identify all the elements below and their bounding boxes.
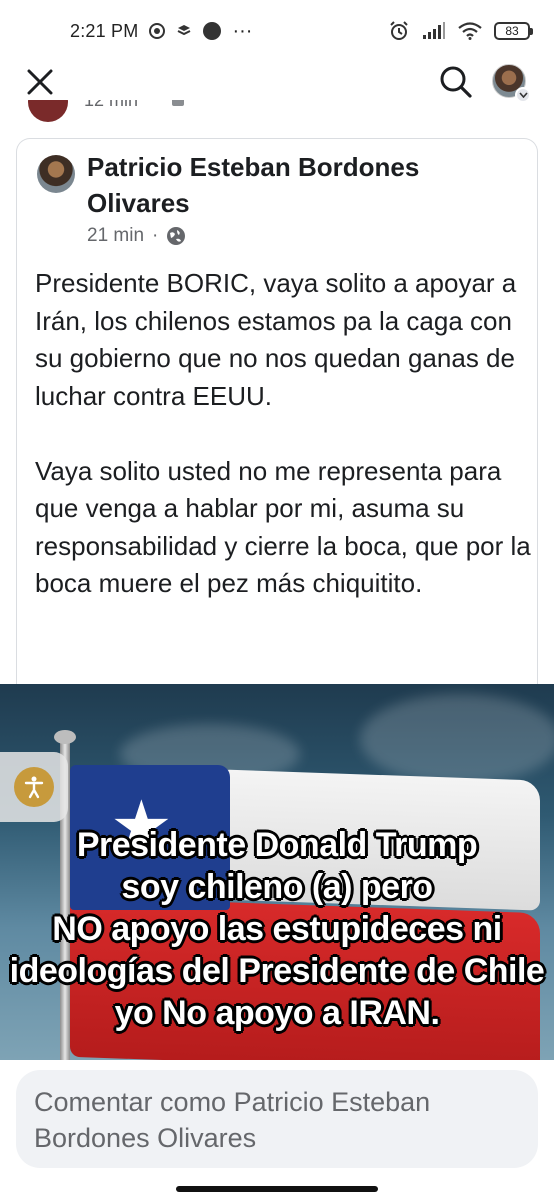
layers-icon [176,23,192,39]
signal-icon [422,22,446,40]
status-bar: 2:21 PM ··· 83 [0,0,554,62]
previous-post-avatar [28,100,68,122]
search-icon [440,66,472,98]
close-button[interactable] [22,64,58,100]
image-caption-line: ideologías del Presidente de Chile [9,952,545,990]
previous-post-time: 12 min [84,100,139,110]
close-icon [27,69,53,95]
home-indicator[interactable] [176,1186,378,1192]
profile-avatar-button[interactable] [492,64,531,103]
wifi-icon [458,22,482,40]
image-caption-line: Presidente Donald Trump [76,826,478,864]
comment-area: Comentar como Patricio Esteban Bordones … [0,1060,554,1200]
location-target-icon [148,22,166,40]
image-caption-line: soy chileno (a) pero [121,868,433,906]
battery-indicator: 83 [494,22,533,40]
image-caption-line: yo No apoyo a IRAN. [114,994,440,1032]
more-notifications: ··· [232,19,253,42]
previous-post-peek: 12 min [24,100,224,122]
image-caption-line: NO apoyo las estupideces ni [52,910,502,948]
alarm-icon [388,20,410,42]
notification-dot-icon [202,21,222,41]
author-avatar[interactable] [37,155,75,193]
status-right: 83 [388,20,533,42]
accessibility-button[interactable] [0,752,68,822]
chevron-down-icon [515,87,531,103]
post-text: Presidente BORIC, vaya solito a apoyar a… [35,268,531,598]
flag-pole-top [54,730,76,744]
post-card: Patricio Esteban Bordones Olivares 21 mi… [16,138,538,698]
meta-separator: · [152,225,159,246]
status-left: 2:21 PM ··· [70,20,252,43]
author-name[interactable]: Patricio Esteban Bordones Olivares [87,149,507,221]
accessibility-icon [14,767,54,807]
comment-input[interactable]: Comentar como Patricio Esteban Bordones … [16,1070,538,1168]
post-time[interactable]: 21 min [87,225,144,247]
previous-post-privacy-icon [172,100,184,106]
post-meta: 21 min · [87,225,186,247]
status-time: 2:21 PM [70,20,139,41]
image-caption: Presidente Donald Trump soy chileno (a) … [0,824,554,1034]
globe-icon [167,227,186,245]
search-button[interactable] [438,64,478,104]
